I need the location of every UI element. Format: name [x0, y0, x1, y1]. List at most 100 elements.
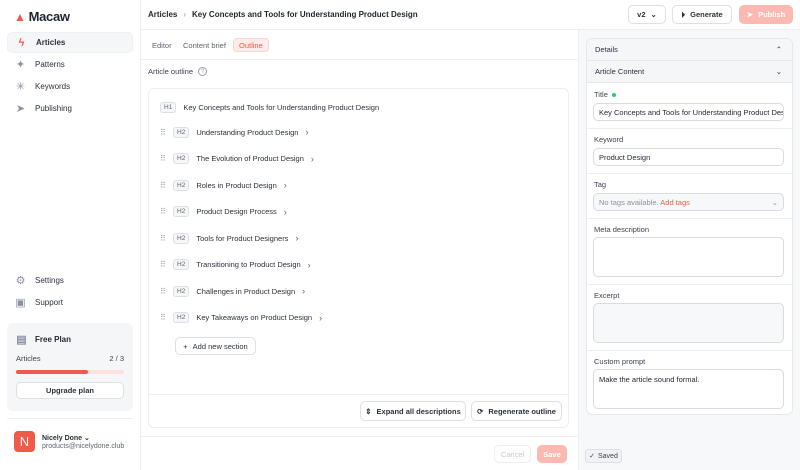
drag-handle-icon[interactable]: ⠿ — [160, 154, 166, 163]
keyword-input[interactable]: Product Design — [593, 148, 784, 166]
saved-badge: ✓ Saved — [585, 449, 622, 463]
drag-handle-icon[interactable]: ⠿ — [160, 207, 166, 216]
outline-label: Article outline? — [148, 67, 208, 76]
expand-descriptions-button[interactable]: ⇕ Expand all descriptions — [360, 401, 466, 421]
chevron-right-icon[interactable]: › — [302, 286, 305, 296]
tag-label: Tag — [594, 180, 607, 189]
sidebar-item-articles[interactable]: ϟ Articles — [7, 32, 133, 53]
drag-handle-icon[interactable]: ⠿ — [160, 234, 166, 243]
chevron-right-icon[interactable]: › — [308, 260, 311, 270]
drag-handle-icon[interactable]: ⠿ — [160, 313, 166, 322]
regenerate-outline-button[interactable]: ⟳ Regenerate outline — [471, 401, 562, 421]
sidebar-item-patterns[interactable]: ✦ Patterns — [7, 54, 133, 75]
chevron-down-icon: ⌄ — [84, 435, 90, 442]
user-email: products@nicelydone.club — [42, 443, 125, 450]
chevron-right-icon[interactable]: › — [311, 154, 314, 164]
avatar[interactable]: N — [14, 431, 35, 452]
add-tags-link[interactable]: Add tags — [660, 198, 690, 207]
chevron-down-icon: ⌄ — [775, 67, 782, 76]
details-header[interactable]: Details ⌃ — [587, 39, 792, 61]
divider — [586, 173, 793, 174]
custom-prompt-input[interactable]: Make the article sound formal. — [593, 369, 784, 409]
article-content-header[interactable]: Article Content ⌄ — [587, 61, 792, 83]
chevron-right-icon[interactable]: › — [284, 207, 287, 217]
generate-button[interactable]: ⏵ Generate — [672, 5, 732, 24]
divider — [586, 218, 793, 219]
asterisk-icon: ✳ — [15, 81, 26, 93]
outline-h1[interactable]: H1 Key Concepts and Tools for Understandi… — [160, 100, 379, 114]
expand-icon: ⇕ — [365, 406, 372, 416]
excerpt-input[interactable] — [593, 303, 784, 343]
version-select[interactable]: v2 ⌄ — [628, 5, 666, 24]
custom-prompt-label: Custom prompt — [594, 357, 646, 366]
add-section-button[interactable]: + Add new section — [175, 337, 256, 355]
sidebar-item-publishing[interactable]: ➤ Publishing — [7, 98, 133, 119]
sidebar-item-settings[interactable]: ⚙ Settings — [7, 270, 133, 291]
logo[interactable]: ▲ Macaw — [14, 9, 70, 24]
macaw-logo-icon: ▲ — [14, 9, 26, 24]
tab-editor[interactable]: Editor — [147, 38, 177, 52]
sidebar-item-keywords[interactable]: ✳ Keywords — [7, 76, 133, 97]
play-circle-icon: ⏵ — [681, 9, 686, 19]
outline-section[interactable]: ⠿ H2 Roles in Product Design › — [160, 178, 287, 192]
send-icon: ➤ — [746, 10, 754, 19]
chevron-up-icon: ⌃ — [775, 45, 782, 54]
sidebar-item-support[interactable]: ▣ Support — [7, 292, 133, 313]
status-dot-icon — [611, 92, 616, 97]
chevron-right-icon[interactable]: › — [295, 233, 298, 243]
drag-handle-icon[interactable]: ⠿ — [160, 128, 166, 137]
sidebar: ▲ Macaw ϟ Articles ✦ Patterns ✳ Keywords ➤ Pu… — [0, 0, 141, 470]
drag-handle-icon[interactable]: ⠿ — [160, 287, 166, 296]
breadcrumb-current: Key Concepts and Tools for Understanding… — [192, 10, 418, 19]
title-input[interactable]: Key Concepts and Tools for Understanding… — [593, 103, 784, 121]
tab-content-brief[interactable]: Content brief — [178, 38, 231, 52]
meta-description-label: Meta description — [594, 225, 650, 234]
outline-section[interactable]: ⠿ H2 Understanding Product Design › — [160, 125, 308, 139]
divider — [149, 394, 568, 395]
save-button[interactable]: Save — [537, 445, 567, 463]
tag-select[interactable]: No tags available. Add tags ⌄ — [593, 193, 784, 211]
plan-articles-label: Articles — [16, 354, 41, 363]
chevron-down-icon: ⌄ — [650, 10, 657, 19]
help-icon[interactable]: ? — [198, 67, 208, 76]
sparkles-icon: ✦ — [15, 59, 26, 71]
divider — [586, 284, 793, 285]
breadcrumb: Articles › Key Concepts and Tools for Unde… — [148, 10, 418, 19]
chevron-down-icon: ⌄ — [771, 197, 778, 207]
outline-section[interactable]: ⠿ H2 Challenges in Product Design › — [160, 284, 305, 298]
check-icon: ✓ — [589, 453, 595, 460]
title-label: Title — [594, 90, 616, 99]
chevron-right-icon[interactable]: › — [305, 127, 308, 137]
outline-section[interactable]: ⠿ H2 Key Takeaways on Product Design › — [160, 311, 322, 325]
refresh-icon: ⟳ — [477, 406, 484, 416]
divider — [586, 128, 793, 129]
drag-handle-icon[interactable]: ⠿ — [160, 260, 166, 269]
support-icon: ▣ — [15, 297, 26, 309]
divider — [7, 418, 133, 419]
upgrade-plan-button[interactable]: Upgrade plan — [16, 382, 124, 399]
divider — [141, 436, 578, 437]
gear-icon: ⚙ — [15, 275, 26, 287]
drag-handle-icon[interactable]: ⠿ — [160, 181, 166, 190]
tab-outline[interactable]: Outline — [233, 38, 269, 52]
plus-icon: + — [183, 341, 188, 351]
plan-progress — [16, 370, 124, 374]
keyword-label: Keyword — [594, 135, 624, 144]
outline-section[interactable]: ⠿ H2 Tools for Product Designers › — [160, 231, 298, 245]
breadcrumb-articles[interactable]: Articles — [148, 10, 177, 19]
send-icon: ➤ — [15, 103, 26, 115]
plan-card: ▤ Free Plan Articles 2 / 3 Upgrade plan — [7, 323, 133, 411]
meta-description-input[interactable] — [593, 237, 784, 277]
outline-section[interactable]: ⠿ H2 The Evolution of Product Design › — [160, 152, 314, 166]
publish-button[interactable]: ➤ Publish — [739, 5, 793, 24]
plan-articles-count: 2 / 3 — [109, 354, 124, 363]
outline-section[interactable]: ⠿ H2 Transitioning to Product Design › — [160, 258, 311, 272]
excerpt-label: Excerpt — [594, 291, 620, 300]
bolt-icon: ϟ — [18, 36, 25, 49]
chevron-right-icon[interactable]: › — [319, 313, 322, 323]
outline-section[interactable]: ⠿ H2 Product Design Process › — [160, 205, 287, 219]
user-menu[interactable]: Nicely Done ⌄ — [42, 434, 90, 442]
cancel-button[interactable]: Cancel — [494, 445, 531, 463]
divider — [586, 350, 793, 351]
chevron-right-icon[interactable]: › — [284, 180, 287, 190]
